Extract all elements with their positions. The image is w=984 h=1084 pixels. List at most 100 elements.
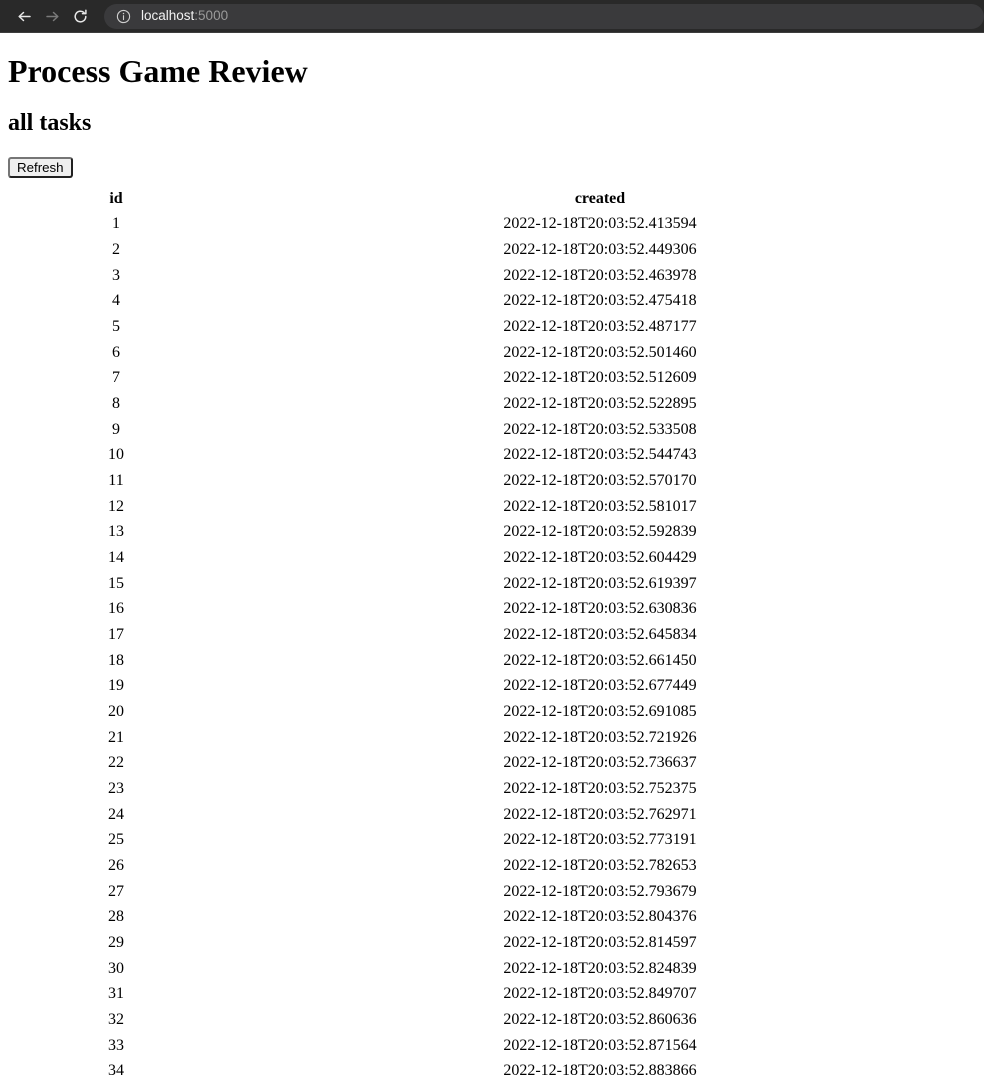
cell-created: 2022-12-18T20:03:52.544743 <box>503 446 697 464</box>
table-row: 31 2022-12-18T20:03:52.849707 <box>8 981 976 1007</box>
table-row: 7 2022-12-18T20:03:52.512609 <box>8 365 976 391</box>
table-row: 25 2022-12-18T20:03:52.773191 <box>8 827 976 853</box>
cell-id: 18 <box>108 651 124 669</box>
info-circle-icon[interactable] <box>116 9 131 24</box>
cell-created: 2022-12-18T20:03:52.721926 <box>503 728 697 746</box>
url-host: localhost <box>141 9 195 23</box>
cell-id: 17 <box>108 626 124 643</box>
table-row: 10 2022-12-18T20:03:52.544743 <box>8 442 976 468</box>
table-row: 24 2022-12-18T20:03:52.762971 <box>8 802 976 828</box>
cell-created: 2022-12-18T20:03:52.413594 <box>503 215 697 233</box>
cell-id: 7 <box>112 369 120 387</box>
tasks-table: id created 1 2022-12-18T20:03:52.413594 2 2… <box>8 186 976 1084</box>
back-arrow-icon <box>16 8 33 25</box>
cell-created: 2022-12-18T20:03:52.860636 <box>503 1011 697 1029</box>
cell-id: 27 <box>108 882 124 900</box>
cell-created: 2022-12-18T20:03:52.752375 <box>503 780 697 798</box>
table-row: 3 2022-12-18T20:03:52.463978 <box>8 263 976 289</box>
cell-id: 30 <box>108 959 124 977</box>
cell-id: 33 <box>108 1036 124 1054</box>
table-row: 4 2022-12-18T20:03:52.475418 <box>8 288 976 314</box>
reload-icon <box>72 8 89 25</box>
cell-created: 2022-12-18T20:03:52.677449 <box>503 677 697 695</box>
cell-created: 2022-12-18T20:03:52.793679 <box>503 882 697 900</box>
cell-id: 2 <box>112 240 120 258</box>
cell-created: 2022-12-18T20:03:52.604429 <box>503 548 697 566</box>
table-row: 15 2022-12-18T20:03:52.619397 <box>8 571 976 597</box>
table-row: 17 2022-12-18T20:03:52.645834 <box>8 622 976 648</box>
table-row: 12 2022-12-18T20:03:52.581017 <box>8 494 976 520</box>
table-row: 11 2022-12-18T20:03:52.570170 <box>8 468 976 494</box>
cell-id: 32 <box>108 1011 124 1029</box>
cell-id: 26 <box>108 857 124 875</box>
browser-toolbar: localhost:5000 <box>0 0 984 33</box>
table-row: 5 2022-12-18T20:03:52.487177 <box>8 314 976 340</box>
cell-id: 29 <box>108 934 124 952</box>
page-title: Process Game Review <box>8 53 308 89</box>
url-port: :5000 <box>194 9 229 23</box>
cell-created: 2022-12-18T20:03:52.782653 <box>503 857 697 875</box>
cell-created: 2022-12-18T20:03:52.592839 <box>503 523 697 541</box>
cell-id: 21 <box>108 728 124 746</box>
cell-id: 3 <box>112 266 120 284</box>
table-row: 30 2022-12-18T20:03:52.824839 <box>8 956 976 982</box>
table-row: 23 2022-12-18T20:03:52.752375 <box>8 776 976 802</box>
cell-id: 9 <box>112 420 120 438</box>
section-title: all tasks <box>8 110 92 137</box>
reload-button[interactable] <box>66 2 94 30</box>
cell-created: 2022-12-18T20:03:52.804376 <box>503 908 697 926</box>
cell-created: 2022-12-18T20:03:52.630836 <box>503 600 697 618</box>
forward-button[interactable] <box>38 2 66 30</box>
table-row: 6 2022-12-18T20:03:52.501460 <box>8 340 976 366</box>
refresh-button[interactable]: Refresh <box>8 156 73 178</box>
cell-id: 16 <box>108 600 124 618</box>
cell-created: 2022-12-18T20:03:52.449306 <box>503 240 697 258</box>
column-header-created: created <box>574 189 626 207</box>
table-row: 32 2022-12-18T20:03:52.860636 <box>8 1007 976 1033</box>
table-row: 34 2022-12-18T20:03:52.883866 <box>8 1058 976 1084</box>
cell-id: 8 <box>112 394 120 412</box>
back-button[interactable] <box>10 2 38 30</box>
cell-id: 4 <box>112 292 120 310</box>
cell-id: 31 <box>108 985 124 1003</box>
cell-created: 2022-12-18T20:03:52.814597 <box>503 934 697 952</box>
cell-created: 2022-12-18T20:03:52.824839 <box>503 959 697 977</box>
page-content: Process Game Review all tasks Refresh id… <box>0 53 984 1084</box>
cell-created: 2022-12-18T20:03:52.522895 <box>503 394 697 412</box>
cell-created: 2022-12-18T20:03:52.849707 <box>503 985 697 1003</box>
cell-created: 2022-12-18T20:03:52.501460 <box>503 343 697 361</box>
table-row: 28 2022-12-18T20:03:52.804376 <box>8 904 976 930</box>
cell-id: 6 <box>112 343 120 361</box>
cell-created: 2022-12-18T20:03:52.661450 <box>503 651 697 669</box>
cell-id: 10 <box>108 446 124 464</box>
cell-created: 2022-12-18T20:03:52.619397 <box>503 574 697 592</box>
table-row: 22 2022-12-18T20:03:52.736637 <box>8 750 976 776</box>
cell-created: 2022-12-18T20:03:52.645834 <box>503 626 697 643</box>
cell-created: 2022-12-18T20:03:52.773191 <box>503 831 697 849</box>
cell-created: 2022-12-18T20:03:52.475418 <box>503 292 697 310</box>
cell-created: 2022-12-18T20:03:52.533508 <box>503 420 697 438</box>
table-row: 2 2022-12-18T20:03:52.449306 <box>8 237 976 263</box>
cell-id: 22 <box>108 754 124 772</box>
cell-id: 24 <box>108 805 124 823</box>
cell-id: 19 <box>108 677 124 695</box>
cell-created: 2022-12-18T20:03:52.883866 <box>503 1062 697 1080</box>
table-row: 16 2022-12-18T20:03:52.630836 <box>8 596 976 622</box>
cell-id: 12 <box>108 497 124 515</box>
table-row: 14 2022-12-18T20:03:52.604429 <box>8 545 976 571</box>
table-head: id created <box>8 186 976 212</box>
address-bar-text: localhost:5000 <box>141 9 228 23</box>
table-row: 8 2022-12-18T20:03:52.522895 <box>8 391 976 417</box>
table-header-row: id created <box>8 186 976 212</box>
cell-id: 5 <box>112 317 120 335</box>
table-row: 27 2022-12-18T20:03:52.793679 <box>8 879 976 905</box>
cell-created: 2022-12-18T20:03:52.512609 <box>503 369 697 387</box>
cell-created: 2022-12-18T20:03:52.762971 <box>503 805 697 823</box>
cell-created: 2022-12-18T20:03:52.570170 <box>503 471 697 489</box>
forward-arrow-icon <box>44 8 61 25</box>
cell-created: 2022-12-18T20:03:52.736637 <box>503 754 697 772</box>
cell-id: 28 <box>108 908 124 926</box>
table-row: 26 2022-12-18T20:03:52.782653 <box>8 853 976 879</box>
address-bar[interactable]: localhost:5000 <box>104 3 984 29</box>
cell-id: 34 <box>108 1062 124 1080</box>
